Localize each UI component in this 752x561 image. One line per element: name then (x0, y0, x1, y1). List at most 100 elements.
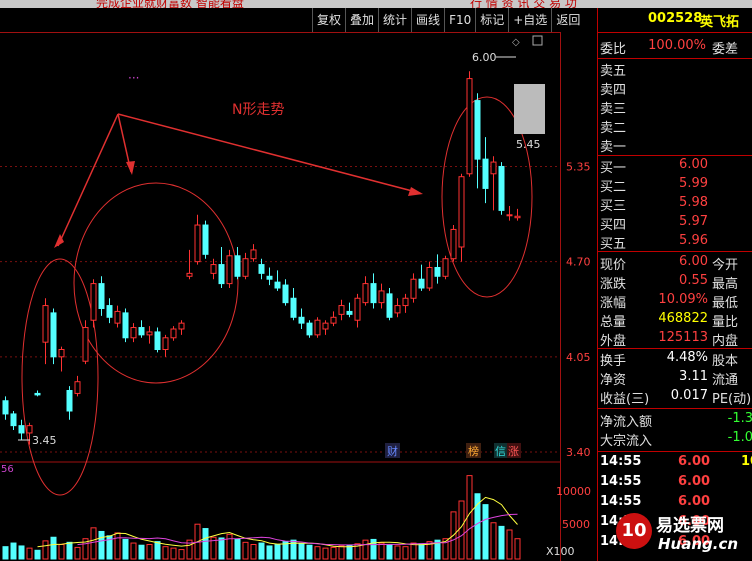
candle-body[interactable] (370, 283, 377, 304)
volume-bar (458, 500, 465, 560)
candle-body[interactable] (66, 390, 73, 412)
candle-body[interactable] (58, 349, 65, 358)
candle-body[interactable] (154, 331, 161, 350)
candle-body[interactable] (106, 305, 113, 318)
price-tick-label: 4.70 (566, 256, 591, 269)
candle-body[interactable] (234, 255, 241, 277)
candle-body[interactable] (290, 297, 297, 318)
row-value: 3.11 (679, 369, 708, 384)
candle-body[interactable] (186, 272, 193, 277)
candle-body[interactable] (210, 264, 217, 274)
candle-body[interactable] (82, 327, 89, 362)
toolbar-back-button[interactable]: 返回 (551, 8, 584, 32)
chart-option-icon[interactable] (532, 35, 543, 46)
toolbar-draw-button[interactable]: 画线 (411, 8, 444, 32)
candle-body[interactable] (266, 275, 273, 280)
candle-body[interactable] (274, 281, 281, 289)
candle-body[interactable] (194, 224, 201, 263)
volume-bar (394, 545, 401, 560)
marker-zhang[interactable]: 涨 (508, 445, 519, 458)
row-label: 卖一 (600, 140, 627, 155)
candle-body[interactable] (330, 316, 337, 324)
marker-bang[interactable]: 榜 (468, 444, 479, 458)
candle-body[interactable] (130, 327, 137, 339)
candle-body[interactable] (242, 258, 249, 277)
candle-body[interactable] (26, 425, 33, 434)
toolbar-f10-button[interactable]: F10 (444, 8, 475, 32)
candle-body[interactable] (442, 258, 449, 277)
candle-body[interactable] (2, 400, 9, 415)
candle-body[interactable] (98, 283, 105, 310)
volume-bar (258, 542, 265, 560)
row-value: 5.97 (679, 214, 708, 229)
candle-body[interactable] (490, 161, 497, 175)
candle-body[interactable] (42, 305, 49, 343)
candle-body[interactable] (458, 176, 465, 248)
candle-body[interactable] (146, 331, 153, 336)
candle-body[interactable] (50, 312, 57, 358)
candle-body[interactable] (74, 381, 81, 394)
candle-body[interactable] (90, 283, 97, 321)
quote-row: 大宗流入 -1.0 (598, 429, 752, 449)
candle-body[interactable] (18, 425, 25, 434)
window-title: 完成企业就财富数 智能看盘 (96, 0, 244, 8)
candle-body[interactable] (346, 310, 353, 315)
candle-body[interactable] (514, 215, 521, 219)
toolbar-overlay-button[interactable]: 叠加 (345, 8, 378, 32)
row-label-secondary: PE(动) (712, 392, 752, 407)
volume-bar (250, 544, 257, 560)
candle-body[interactable] (506, 214, 513, 217)
candle-body[interactable] (466, 78, 473, 175)
marker-cai[interactable]: 财 (387, 444, 398, 458)
candle-body[interactable] (402, 297, 409, 307)
candle-body[interactable] (226, 255, 233, 285)
candle-body[interactable] (282, 284, 289, 304)
candle-body[interactable] (354, 297, 361, 321)
candle-body[interactable] (498, 165, 505, 211)
kline-chart[interactable]: N形走势 ··· 5.35 4.70 4.05 3.40 10000 5000 … (0, 32, 597, 561)
volume-bar (362, 539, 369, 560)
volume-bar (322, 547, 329, 560)
candle-body[interactable] (314, 319, 321, 336)
candle-body[interactable] (250, 249, 257, 260)
candle-body[interactable] (394, 305, 401, 314)
candle-body[interactable] (178, 322, 185, 330)
candle-body[interactable] (10, 413, 17, 427)
candle-body[interactable] (202, 224, 209, 255)
candle-body[interactable] (434, 267, 441, 277)
volume-bar (226, 533, 233, 560)
top-menu-tabs[interactable]: 行 情 资 讯 交 易 功 (470, 0, 577, 8)
candle-body[interactable] (258, 264, 265, 274)
candle-body[interactable] (386, 293, 393, 318)
candle-body[interactable] (298, 316, 305, 324)
candle-body[interactable] (122, 312, 129, 339)
toolbar-fuquan-button[interactable]: 复权 (312, 8, 345, 32)
candle-body[interactable] (338, 305, 345, 315)
candle-body[interactable] (306, 322, 313, 336)
candle-body[interactable] (410, 278, 417, 299)
candle-body[interactable] (482, 158, 489, 189)
candle-body[interactable] (474, 100, 481, 160)
candle-body[interactable] (378, 290, 385, 304)
toolbar-add-watchlist-button[interactable]: +自选 (508, 8, 551, 32)
tick-time: 14:55 (600, 474, 642, 489)
toolbar-stats-button[interactable]: 统计 (378, 8, 411, 32)
candle-body[interactable] (322, 322, 329, 330)
candle-body[interactable] (114, 310, 121, 324)
candle-body[interactable] (170, 328, 177, 339)
quote-row: 买五 5.96 (598, 232, 752, 252)
candle-body[interactable] (162, 337, 169, 350)
row-label-secondary: 最高 (712, 277, 739, 292)
candle-body[interactable] (34, 392, 41, 396)
candle-body[interactable] (138, 327, 145, 336)
candle-body[interactable] (450, 228, 457, 260)
candle-body[interactable] (426, 267, 433, 289)
toolbar-mark-button[interactable]: 标记 (475, 8, 508, 32)
chart-diamond-icon[interactable]: ◇ (512, 37, 520, 48)
candle-body[interactable] (418, 278, 425, 289)
volume-bar (218, 537, 225, 560)
candle-body[interactable] (362, 283, 369, 304)
marker-xin[interactable]: 信 (495, 445, 506, 458)
candle-body[interactable] (218, 264, 225, 285)
quote-row: 买一 6.00 (598, 156, 752, 176)
